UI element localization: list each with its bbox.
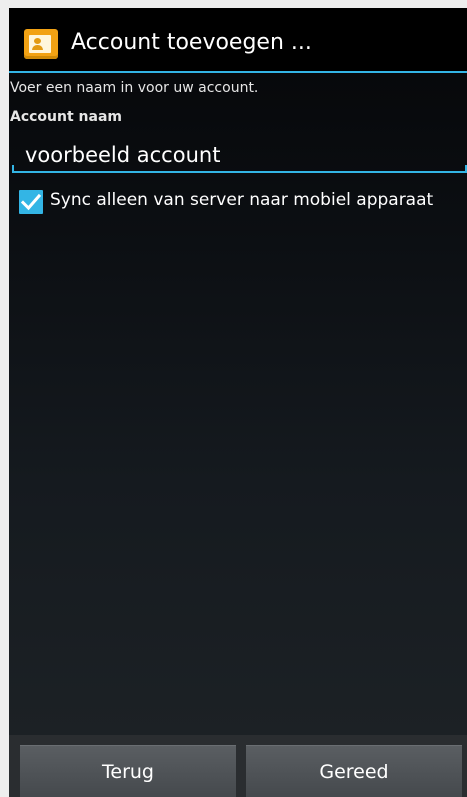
account-name-input[interactable] <box>9 136 465 174</box>
sync-checkbox[interactable] <box>19 190 43 214</box>
account-name-label: Account naam <box>10 109 122 125</box>
sync-option[interactable]: Sync alleen van server naar mobiel appar… <box>17 188 467 220</box>
dialog-screen: Account toevoegen ... Voer een naam in v… <box>9 8 467 797</box>
sync-checkbox-label[interactable]: Sync alleen van server naar mobiel appar… <box>50 190 433 210</box>
done-button[interactable]: Gereed <box>246 745 462 797</box>
title-bar: Account toevoegen ... <box>9 8 467 73</box>
instruction-text: Voer een naam in voor uw account. <box>10 80 259 96</box>
button-bar: Terug Gereed <box>9 735 467 797</box>
contact-card-icon <box>24 29 58 59</box>
page-title: Account toevoegen ... <box>71 30 312 55</box>
title-divider <box>9 71 467 73</box>
back-button[interactable]: Terug <box>20 745 236 797</box>
checkmark-icon <box>20 193 42 211</box>
input-underline <box>12 165 467 173</box>
